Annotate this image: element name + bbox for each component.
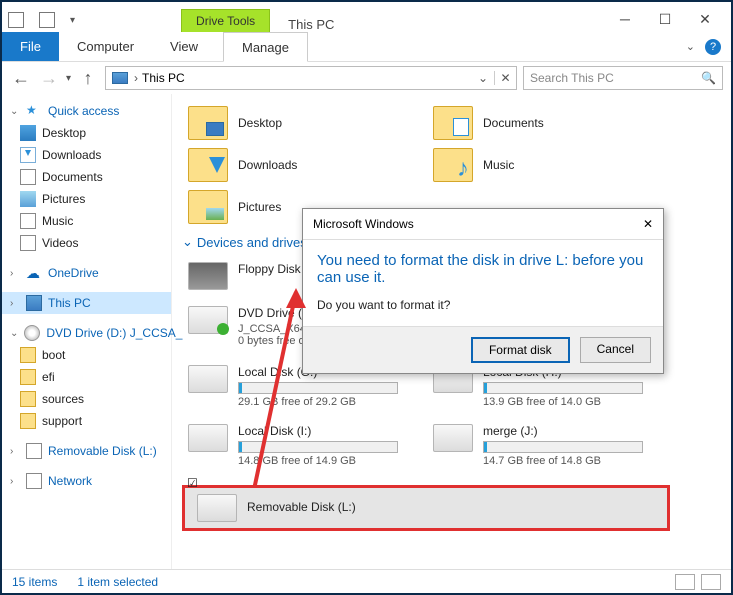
disk-icon	[433, 424, 473, 452]
pictures-icon	[20, 191, 36, 207]
nav-tree: ⌄Quick access Desktop Downloads Document…	[2, 94, 172, 569]
removable-disk-icon	[197, 494, 237, 522]
tree-music[interactable]: Music	[2, 210, 171, 232]
tab-view[interactable]: View	[152, 32, 216, 61]
disk-icon	[188, 365, 228, 393]
capacity-bar	[238, 382, 398, 394]
tree-videos[interactable]: Videos	[2, 232, 171, 254]
capacity-bar	[238, 441, 398, 453]
tree-boot[interactable]: boot	[2, 344, 171, 366]
tree-dvd-drive[interactable]: ⌄DVD Drive (D:) J_CCSA_	[2, 322, 171, 344]
folder-icon	[20, 391, 36, 407]
dvd-icon	[24, 325, 40, 341]
search-icon: 🔍	[695, 71, 722, 85]
tab-computer[interactable]: Computer	[59, 32, 152, 61]
tree-network[interactable]: ›Network	[2, 470, 171, 492]
dvd-drive-icon	[188, 306, 228, 334]
tree-quick-access[interactable]: ⌄Quick access	[2, 100, 171, 122]
network-icon	[26, 473, 42, 489]
onedrive-icon	[26, 265, 42, 281]
folder-icon	[188, 190, 228, 224]
tree-onedrive[interactable]: ›OneDrive	[2, 262, 171, 284]
format-dialog: Microsoft Windows ✕ You need to format t…	[302, 208, 664, 374]
close-button[interactable]: ✕	[691, 10, 719, 28]
icons-view-button[interactable]	[701, 574, 721, 590]
dialog-title: Microsoft Windows	[313, 217, 414, 231]
window-title: This PC	[288, 11, 334, 32]
floppy-icon	[188, 262, 228, 290]
minimize-button[interactable]: ─	[611, 10, 639, 28]
tree-support[interactable]: support	[2, 410, 171, 432]
tree-this-pc[interactable]: ›This PC	[2, 292, 171, 314]
up-button[interactable]: ↑	[77, 67, 99, 89]
format-disk-button[interactable]: Format disk	[471, 337, 570, 363]
downloads-icon	[20, 147, 36, 163]
tab-file[interactable]: File	[2, 32, 59, 61]
folder-icon	[433, 106, 473, 140]
folder-icon	[188, 148, 228, 182]
tree-downloads[interactable]: Downloads	[2, 144, 171, 166]
help-icon[interactable]: ?	[705, 39, 721, 55]
capacity-bar	[483, 441, 643, 453]
explorer-window: ▾ Drive Tools This PC ─ ☐ ✕ File Compute…	[0, 0, 733, 595]
tree-removable[interactable]: ›Removable Disk (L:)	[2, 440, 171, 462]
back-button[interactable]: ←	[10, 67, 32, 89]
folder-icon	[188, 106, 228, 140]
dialog-question: Do you want to format it?	[303, 290, 663, 326]
documents-icon	[20, 169, 36, 185]
address-bar[interactable]: › This PC ⌄ ✕	[105, 66, 517, 90]
star-icon	[26, 103, 42, 119]
desktop-icon	[20, 125, 36, 141]
qat-dropdown-icon[interactable]: ▾	[70, 15, 75, 26]
folder-downloads[interactable]: Downloads	[182, 144, 427, 186]
checkbox-icon[interactable]: ☑	[187, 476, 198, 490]
titlebar: ▾ Drive Tools This PC ─ ☐ ✕	[2, 2, 731, 32]
music-icon	[20, 213, 36, 229]
usb-icon	[26, 443, 42, 459]
contextual-tab-drive-tools[interactable]: Drive Tools	[181, 9, 270, 32]
tree-efi[interactable]: efi	[2, 366, 171, 388]
cancel-button[interactable]: Cancel	[580, 337, 651, 363]
details-view-button[interactable]	[675, 574, 695, 590]
drive-i[interactable]: Local Disk (I:)14.8 GB free of 14.9 GB	[182, 418, 427, 477]
chevron-down-icon: ⌄	[182, 234, 193, 250]
status-selected: 1 item selected	[77, 575, 158, 589]
refresh-icon[interactable]: ✕	[494, 71, 516, 85]
tree-desktop[interactable]: Desktop	[2, 122, 171, 144]
drive-j[interactable]: merge (J:)14.7 GB free of 14.8 GB	[427, 418, 672, 477]
drive-removable-l[interactable]: ☑ Removable Disk (L:)	[182, 485, 670, 531]
disk-icon	[188, 424, 228, 452]
search-input[interactable]: Search This PC 🔍	[523, 66, 723, 90]
folder-icon	[20, 347, 36, 363]
capacity-bar	[483, 382, 643, 394]
dialog-message: You need to format the disk in drive L: …	[303, 240, 663, 290]
tree-documents[interactable]: Documents	[2, 166, 171, 188]
window-icon	[8, 12, 24, 28]
folder-icon	[20, 369, 36, 385]
forward-button[interactable]: →	[38, 67, 60, 89]
qat-icon[interactable]	[39, 12, 55, 28]
search-placeholder: Search This PC	[530, 71, 614, 85]
folder-icon	[20, 413, 36, 429]
history-dropdown-icon[interactable]: ▾	[66, 73, 71, 84]
dialog-close-icon[interactable]: ✕	[643, 217, 653, 231]
status-bar: 15 items 1 item selected	[2, 569, 731, 593]
address-path: This PC	[142, 71, 185, 85]
ribbon: File Computer View Manage ⌄ ?	[2, 32, 731, 62]
nav-toolbar: ← → ▾ ↑ › This PC ⌄ ✕ Search This PC 🔍	[2, 62, 731, 94]
tree-sources[interactable]: sources	[2, 388, 171, 410]
folder-icon	[433, 148, 473, 182]
folder-documents[interactable]: Documents	[427, 102, 672, 144]
tab-manage[interactable]: Manage	[223, 32, 308, 62]
address-dropdown-icon[interactable]: ⌄	[472, 71, 494, 85]
this-pc-icon	[112, 72, 128, 84]
folder-desktop[interactable]: Desktop	[182, 102, 427, 144]
status-item-count: 15 items	[12, 575, 57, 589]
folder-music[interactable]: Music	[427, 144, 672, 186]
maximize-button[interactable]: ☐	[651, 10, 679, 28]
ribbon-expand-icon[interactable]: ⌄	[686, 40, 695, 53]
pc-icon	[26, 295, 42, 311]
videos-icon	[20, 235, 36, 251]
tree-pictures[interactable]: Pictures	[2, 188, 171, 210]
